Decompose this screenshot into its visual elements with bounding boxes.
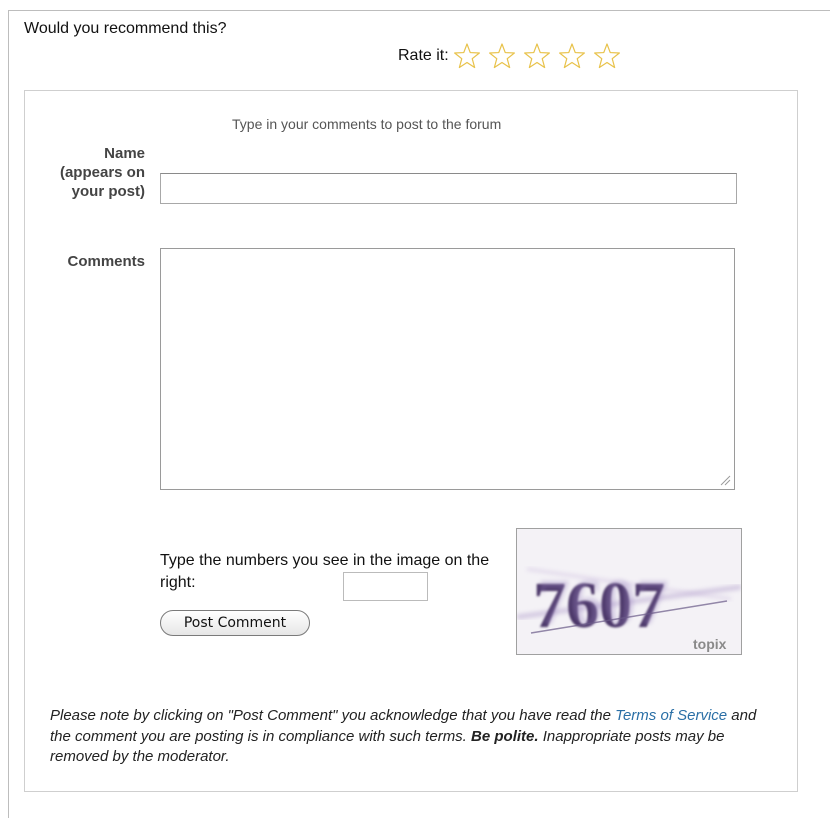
be-polite-text: Be polite.: [471, 727, 539, 745]
star-icon[interactable]: [523, 42, 551, 70]
star-icon[interactable]: [558, 42, 586, 70]
frame-top-border: [8, 10, 830, 11]
name-input[interactable]: [160, 173, 737, 204]
post-comment-button[interactable]: Post Comment: [160, 610, 310, 636]
star-icon[interactable]: [488, 42, 516, 70]
notice-text-1: Please note by clicking on "Post Comment…: [50, 707, 616, 724]
rate-label: Rate it:: [398, 47, 449, 64]
star-icon[interactable]: [593, 42, 621, 70]
name-label: Name (appears on your post): [59, 145, 145, 200]
resize-grip-icon[interactable]: [719, 474, 731, 486]
comments-textarea[interactable]: [160, 248, 735, 490]
captcha-input[interactable]: [343, 572, 428, 601]
captcha-prompt: Type the numbers you see in the image on…: [160, 552, 490, 591]
rating-widget: Rate it:: [398, 36, 628, 76]
star-icon[interactable]: [453, 42, 481, 70]
captcha-image: 7607 7607 topix: [516, 528, 742, 655]
posting-notice: Please note by clicking on "Post Comment…: [50, 706, 780, 768]
captcha-brand: topix: [693, 636, 727, 652]
terms-of-service-link[interactable]: Terms of Service: [615, 707, 727, 724]
recommend-question: Would you recommend this?: [24, 20, 227, 37]
form-intro: Type in your comments to post to the for…: [232, 116, 502, 132]
comments-label: Comments: [67, 253, 145, 270]
frame-left-border: [8, 10, 9, 818]
